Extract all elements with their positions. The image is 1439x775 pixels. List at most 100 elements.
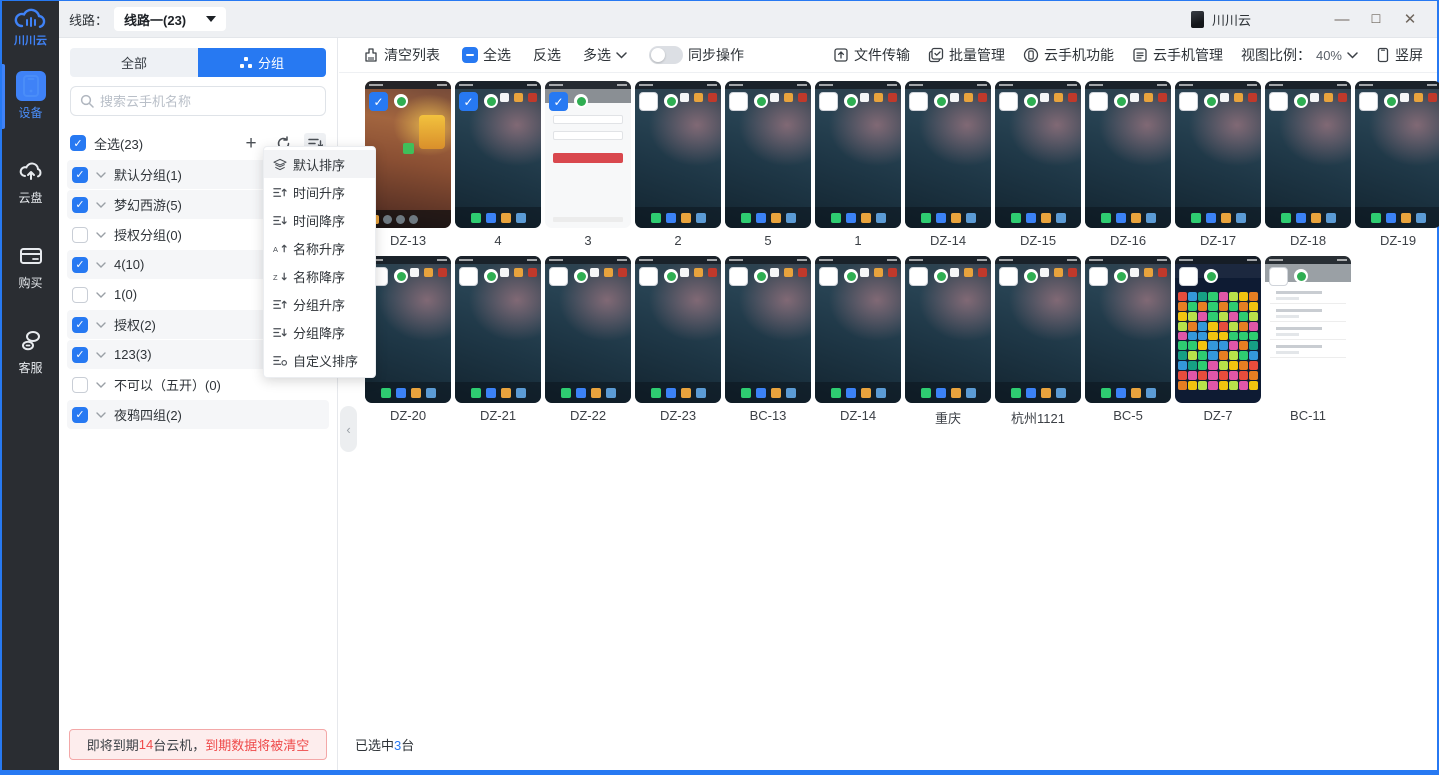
device-card[interactable]: BC-11	[1265, 256, 1351, 426]
device-checkbox[interactable]	[819, 92, 838, 111]
device-checkbox[interactable]	[549, 267, 568, 286]
sidebar-item-purchase[interactable]: 购买	[2, 232, 59, 301]
portrait-mode-button[interactable]: 竖屏	[1376, 45, 1423, 65]
device-checkbox[interactable]	[819, 267, 838, 286]
device-thumbnail[interactable]	[635, 81, 721, 228]
device-checkbox[interactable]	[639, 267, 658, 286]
chevron-down-icon[interactable]	[96, 412, 106, 418]
group-checkbox[interactable]	[72, 227, 88, 243]
tab-group[interactable]: 分组	[198, 48, 326, 77]
device-card[interactable]: DZ-15	[995, 81, 1081, 251]
sidebar-item-support[interactable]: 客服	[2, 317, 59, 386]
device-thumbnail[interactable]	[545, 256, 631, 403]
tab-all[interactable]: 全部	[70, 48, 198, 77]
maximize-button[interactable]: ☐	[1359, 1, 1393, 38]
device-thumbnail[interactable]	[725, 256, 811, 403]
device-thumbnail[interactable]	[1175, 81, 1261, 228]
device-card[interactable]: DZ-20	[365, 256, 451, 426]
invert-select-button[interactable]: 反选	[533, 45, 561, 65]
device-card[interactable]: DZ-23	[635, 256, 721, 426]
chevron-down-icon[interactable]	[96, 292, 106, 298]
group-row[interactable]: ✓夜鸦四组(2)	[67, 400, 329, 429]
device-card[interactable]: DZ-14	[815, 256, 901, 426]
minimize-button[interactable]: —	[1325, 1, 1359, 38]
group-checkbox[interactable]: ✓	[72, 347, 88, 363]
chevron-down-icon[interactable]	[96, 232, 106, 238]
device-card[interactable]: 杭州1121	[995, 256, 1081, 426]
device-checkbox[interactable]: ✓	[369, 92, 388, 111]
device-checkbox[interactable]	[1269, 267, 1288, 286]
device-checkbox[interactable]	[1179, 92, 1198, 111]
device-checkbox[interactable]	[1179, 267, 1198, 286]
device-thumbnail[interactable]	[995, 81, 1081, 228]
group-checkbox[interactable]: ✓	[72, 317, 88, 333]
search-input[interactable]	[100, 94, 316, 109]
device-checkbox[interactable]	[999, 92, 1018, 111]
group-checkbox[interactable]: ✓	[72, 257, 88, 273]
group-checkbox[interactable]: ✓	[72, 197, 88, 213]
group-checkbox[interactable]: ✓	[72, 407, 88, 423]
device-card[interactable]: ✓4	[455, 81, 541, 251]
cloud-features-button[interactable]: 云手机功能	[1023, 45, 1114, 65]
device-thumbnail[interactable]	[815, 256, 901, 403]
device-checkbox[interactable]	[1269, 92, 1288, 111]
device-card[interactable]: ✓3	[545, 81, 631, 251]
device-thumbnail[interactable]	[365, 256, 451, 403]
device-checkbox[interactable]	[639, 92, 658, 111]
device-thumbnail[interactable]	[635, 256, 721, 403]
select-all-indeterminate-checkbox[interactable]	[462, 47, 478, 63]
close-button[interactable]: ✕	[1393, 1, 1427, 38]
file-transfer-button[interactable]: 文件传输	[833, 45, 910, 65]
device-thumbnail[interactable]	[1085, 81, 1171, 228]
device-card[interactable]: 1	[815, 81, 901, 251]
sort-menu-item[interactable]: 默认排序	[264, 150, 375, 178]
device-card[interactable]: DZ-14	[905, 81, 991, 251]
sidebar-item-cloud-disk[interactable]: 云盘	[2, 147, 59, 216]
device-card[interactable]: BC-5	[1085, 256, 1171, 426]
device-thumbnail[interactable]	[815, 81, 901, 228]
device-checkbox[interactable]	[1359, 92, 1378, 111]
device-checkbox[interactable]	[459, 267, 478, 286]
device-card[interactable]: DZ-7	[1175, 256, 1261, 426]
device-thumbnail[interactable]	[995, 256, 1081, 403]
clear-list-button[interactable]: 清空列表	[363, 45, 440, 65]
select-all-toolbar-button[interactable]: 全选	[462, 45, 511, 65]
chevron-down-icon[interactable]	[96, 172, 106, 178]
sort-menu-item[interactable]: 分组降序	[264, 318, 375, 346]
device-card[interactable]: DZ-19	[1355, 81, 1439, 251]
device-checkbox[interactable]	[1089, 267, 1108, 286]
device-thumbnail[interactable]: ✓	[455, 81, 541, 228]
device-card[interactable]: DZ-18	[1265, 81, 1351, 251]
device-card[interactable]: BC-13	[725, 256, 811, 426]
group-checkbox[interactable]	[72, 377, 88, 393]
device-checkbox[interactable]	[1089, 92, 1108, 111]
device-thumbnail[interactable]: ✓	[365, 81, 451, 228]
device-thumbnail[interactable]	[1265, 256, 1351, 403]
device-thumbnail[interactable]	[905, 81, 991, 228]
sort-menu-item[interactable]: 自定义排序	[264, 346, 375, 374]
sort-menu-item[interactable]: 时间升序	[264, 178, 375, 206]
chevron-down-icon[interactable]	[96, 352, 106, 358]
group-checkbox[interactable]: ✓	[72, 167, 88, 183]
device-checkbox[interactable]	[999, 267, 1018, 286]
add-group-button[interactable]: +	[240, 133, 262, 153]
device-card[interactable]: 5	[725, 81, 811, 251]
device-card[interactable]: 2	[635, 81, 721, 251]
device-card[interactable]: 重庆	[905, 256, 991, 426]
device-checkbox[interactable]: ✓	[549, 92, 568, 111]
search-box[interactable]	[70, 86, 326, 116]
cloud-manage-button[interactable]: 云手机管理	[1132, 45, 1223, 65]
device-checkbox[interactable]	[729, 267, 748, 286]
device-thumbnail[interactable]	[455, 256, 541, 403]
chevron-down-icon[interactable]	[96, 382, 106, 388]
device-thumbnail[interactable]	[905, 256, 991, 403]
device-card[interactable]: DZ-16	[1085, 81, 1171, 251]
sidebar-item-device[interactable]: 设备	[2, 62, 59, 131]
line-select-dropdown[interactable]: 线路一(23)	[114, 7, 226, 31]
group-checkbox[interactable]	[72, 287, 88, 303]
view-ratio-dropdown[interactable]: 视图比例： 40%	[1241, 45, 1358, 65]
collapse-panel-button[interactable]: ‹	[340, 406, 357, 452]
chevron-down-icon[interactable]	[96, 262, 106, 268]
device-card[interactable]: DZ-17	[1175, 81, 1261, 251]
sort-menu-item[interactable]: A名称升序	[264, 234, 375, 262]
